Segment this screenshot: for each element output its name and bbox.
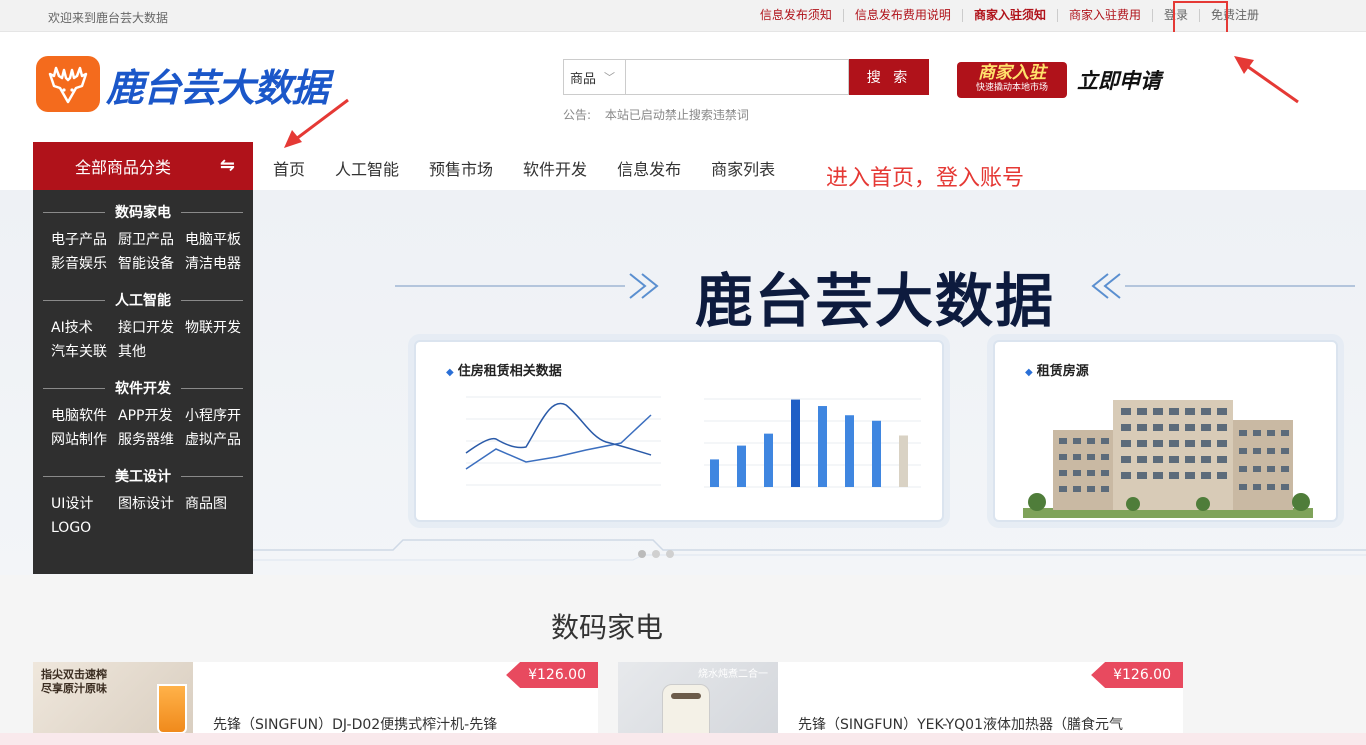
apply-now-text: 立即申请 [1077,69,1161,93]
section-title: 数码家电 [550,611,663,644]
nav-item-software[interactable]: 软件开发 [508,156,602,180]
bar [791,399,800,487]
category-item[interactable]: 商品图 [185,492,252,516]
housing-data-card: ◆ 住房租赁相关数据 [414,340,944,522]
category-item[interactable]: 电子产品 [51,228,118,252]
juice-glass-icon [157,684,187,734]
bar [845,415,854,487]
category-item[interactable]: 接口开发 [118,316,185,340]
category-group-digital: 数码家电 电子产品 厨卫产品 电脑平板 影音娱乐 智能设备 清洁电器 [33,202,253,276]
header: 鹿台芸大数据 商品 ﹀ 搜 索 公告: 本站已启动禁止搜索违禁词 商家入驻 快速… [0,32,1366,190]
category-group-design: 美工设计 UI设计 图标设计 商品图 LOGO [33,466,253,540]
circuit-decoration-icon [253,539,1366,561]
price-badge: ¥126.00 [1091,662,1183,688]
merchant-badge-sub: 快速撬动本地市场 [975,83,1048,93]
category-group-title[interactable]: 数码家电 [115,202,171,222]
nav-item-ai[interactable]: 人工智能 [320,156,414,180]
bottom-strip [0,733,1366,745]
category-group-title[interactable]: 美工设计 [115,466,171,486]
housing-data-card-title: ◆ 住房租赁相关数据 [446,364,562,379]
notice-text: 本站已启动禁止搜索违禁词 [604,108,749,122]
bar [899,435,908,487]
category-item[interactable]: 服务器维 [118,428,185,452]
product-name[interactable]: 先锋（SINGFUN）DJ-D02便携式榨汁机-先锋 [213,714,497,734]
category-item[interactable]: AI技术 [51,316,118,340]
carousel-dots[interactable] [638,550,674,558]
annotation-text: 进入首页，登入账号 [826,166,1025,191]
annotation-arrow-icon [1234,56,1299,104]
nav-item-merchants[interactable]: 商家列表 [696,156,790,180]
category-item[interactable]: APP开发 [118,404,185,428]
nav-item-info[interactable]: 信息发布 [602,156,696,180]
bar [872,420,881,487]
search-button[interactable]: 搜 索 [849,59,929,95]
nav-items: 首页 人工智能 预售市场 软件开发 信息发布 商家列表 [258,156,790,180]
top-bar: 欢迎来到鹿台芸大数据 信息发布须知 信息发布费用说明 商家入驻须知 商家入驻费用… [0,0,1366,32]
category-item[interactable]: 其他 [118,340,185,364]
bar [710,459,719,487]
nav-item-home[interactable]: 首页 [258,156,320,180]
top-link-merchant-fee[interactable]: 商家入驻费用 [1056,9,1152,22]
swap-icon: ⇋ [219,155,235,176]
category-item[interactable]: 虚拟产品 [185,428,252,452]
notice-label: 公告: [563,108,592,122]
category-item[interactable]: 网站制作 [51,428,118,452]
notice: 公告: 本站已启动禁止搜索违禁词 [563,106,749,123]
category-item[interactable]: LOGO [51,516,118,540]
top-link-publish-notice[interactable]: 信息发布须知 [749,9,843,22]
category-item[interactable]: 电脑平板 [185,228,252,252]
main-nav: 全部商品分类 ⇋ 首页 人工智能 预售市场 软件开发 信息发布 商家列表 [0,142,1366,190]
category-item[interactable]: 图标设计 [118,492,185,516]
category-group-software: 软件开发 电脑软件 APP开发 小程序开 网站制作 服务器维 虚拟产品 [33,378,253,452]
annotation-arrow-icon [284,98,349,148]
category-group-ai: 人工智能 AI技术 接口开发 物联开发 汽车关联 其他 [33,290,253,364]
carousel-dot[interactable] [638,550,646,558]
category-item[interactable]: 影音娱乐 [51,252,118,276]
price-badge: ¥126.00 [506,662,598,688]
category-item[interactable]: UI设计 [51,492,118,516]
carousel-dot[interactable] [666,550,674,558]
category-item[interactable]: 清洁电器 [185,252,252,276]
merchant-badge-title: 商家入驻 [978,63,1046,83]
top-link-merchant-notice[interactable]: 商家入驻须知 [961,9,1057,22]
chevron-down-icon: ﹀ [604,71,616,84]
category-group-title[interactable]: 软件开发 [115,378,171,398]
search-category-select[interactable]: 商品 ﹀ [563,59,625,95]
search-bar: 商品 ﹀ 搜 索 [563,59,929,95]
carousel-dot[interactable] [652,550,660,558]
product-name[interactable]: 先锋（SINGFUN）YEK-YQ01液体加热器（膳食元气 [798,714,1123,734]
nav-item-presale[interactable]: 预售市场 [414,156,508,180]
bar [764,433,773,487]
search-input[interactable] [625,59,849,95]
arrow-decoration-right-icon [1091,273,1355,299]
category-item[interactable]: 智能设备 [118,252,185,276]
bar-chart-graphic [704,398,921,488]
apartment-building-icon [1023,400,1313,518]
merchant-promo[interactable]: 商家入驻 快速撬动本地市场 立即申请 [957,62,1161,98]
product-image-tag: 烧水炖煮二合一 [698,669,768,680]
category-panel: 数码家电 电子产品 厨卫产品 电脑平板 影音娱乐 智能设备 清洁电器 人工智能 … [33,190,253,574]
deer-logo-icon [36,56,100,112]
welcome-text: 欢迎来到鹿台芸大数据 [48,11,169,25]
rental-listings-card-title: ◆ 租赁房源 [1025,364,1089,379]
arrow-decoration-left-icon [395,273,659,299]
all-categories-label: 全部商品分类 [75,158,172,177]
rental-listings-card: ◆ 租赁房源 [993,340,1338,522]
category-item[interactable]: 物联开发 [185,316,252,340]
search-category-value: 商品 [570,71,597,87]
category-item[interactable]: 汽车关联 [51,340,118,364]
category-item[interactable]: 电脑软件 [51,404,118,428]
banner-title: 鹿台芸大数据 [695,267,1056,335]
product-image-tag: 指尖双击速榨 尽享原汁原味 [41,668,107,695]
line-chart-graphic [465,396,661,486]
category-item[interactable]: 小程序开 [185,404,252,428]
top-link-publish-fee[interactable]: 信息发布费用说明 [842,9,962,22]
bar [818,406,827,487]
all-categories-button[interactable]: 全部商品分类 ⇋ [33,142,253,190]
bar [737,445,746,487]
merchant-badge: 商家入驻 快速撬动本地市场 [957,62,1067,98]
category-group-title[interactable]: 人工智能 [115,290,171,310]
category-item[interactable]: 厨卫产品 [118,228,185,252]
